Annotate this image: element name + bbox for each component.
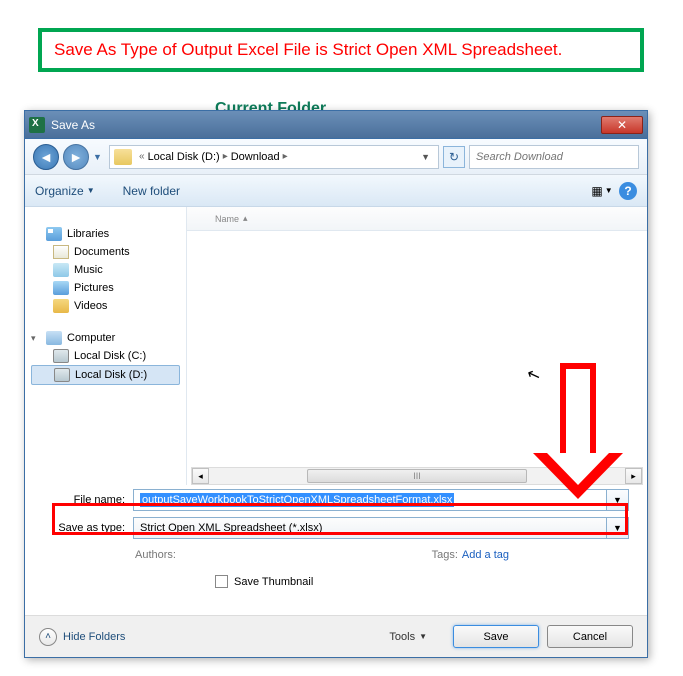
horizontal-scrollbar[interactable]: ◂ III ▸ [191, 467, 643, 485]
folder-icon [114, 149, 132, 165]
add-tag-link[interactable]: Add a tag [462, 549, 509, 561]
annotation-callout: Save As Type of Output Excel File is Str… [38, 28, 644, 72]
file-list-pane[interactable]: Name▴ ↖ ◂ III ▸ [187, 207, 647, 485]
nav-pictures[interactable]: Pictures [31, 279, 180, 297]
search-input[interactable] [469, 145, 639, 169]
forward-button[interactable]: ► [63, 144, 89, 170]
chevron-right-icon: ▸ [283, 151, 288, 162]
mouse-cursor-icon: ↖ [524, 363, 543, 386]
savetype-row: Save as type: Strict Open XML Spreadshee… [43, 517, 629, 539]
save-button[interactable]: Save [453, 625, 539, 648]
savetype-dropdown[interactable]: ▼ [607, 517, 629, 539]
breadcrumb-dropdown[interactable]: ▼ [417, 152, 434, 162]
column-header-name[interactable]: Name▴ [187, 207, 647, 231]
libraries-icon [46, 227, 62, 241]
tools-button[interactable]: Tools▼ [389, 631, 427, 643]
chevron-down-icon: ▼ [419, 632, 427, 641]
address-bar: ◄ ► ▼ « Local Disk (D:) ▸ Download ▸ ▼ ↻ [25, 139, 647, 175]
chevron-down-icon: ▾ [31, 333, 41, 344]
savetype-value: Strict Open XML Spreadsheet (*.xlsx) [140, 522, 322, 534]
tags-label: Tags: [432, 549, 458, 561]
chevron-up-icon: ˄ [39, 628, 57, 646]
nav-documents[interactable]: Documents [31, 243, 180, 261]
breadcrumb-arrow: « [139, 151, 145, 162]
scroll-right-button[interactable]: ▸ [625, 468, 642, 484]
view-options-button[interactable]: ▦▼ [593, 182, 611, 200]
nav-computer[interactable]: ▾ Computer [31, 329, 180, 347]
computer-icon [46, 331, 62, 345]
filename-value: outputSaveWorkbookToStrictOpenXMLSpreads… [140, 493, 454, 507]
nav-music[interactable]: Music [31, 261, 180, 279]
savetype-select[interactable]: Strict Open XML Spreadsheet (*.xlsx) [133, 517, 607, 539]
filename-label: File name: [43, 494, 133, 506]
drive-icon [54, 368, 70, 382]
chevron-right-icon: ▸ [223, 151, 228, 162]
save-thumbnail-checkbox[interactable] [215, 575, 228, 588]
nav-history-dropdown[interactable]: ▼ [93, 146, 105, 168]
help-button[interactable]: ? [619, 182, 637, 200]
navigation-pane: Libraries Documents Music Pictures Video… [25, 207, 187, 485]
titlebar: Save As ✕ [25, 111, 647, 139]
filename-input[interactable]: outputSaveWorkbookToStrictOpenXMLSpreads… [133, 489, 607, 511]
save-thumbnail-label: Save Thumbnail [234, 576, 313, 588]
save-as-dialog: Save As ✕ ◄ ► ▼ « Local Disk (D:) ▸ Down… [24, 110, 648, 658]
music-icon [53, 263, 69, 277]
scroll-left-button[interactable]: ◂ [192, 468, 209, 484]
filename-dropdown[interactable]: ▼ [607, 489, 629, 511]
back-button[interactable]: ◄ [33, 144, 59, 170]
excel-icon [29, 117, 45, 133]
drive-icon [53, 349, 69, 363]
close-button[interactable]: ✕ [601, 116, 643, 134]
videos-icon [53, 299, 69, 313]
pictures-icon [53, 281, 69, 295]
savetype-label: Save as type: [43, 522, 133, 534]
breadcrumb-item[interactable]: Download [231, 151, 280, 163]
organize-button[interactable]: Organize▼ [35, 184, 95, 198]
save-thumbnail-row: Save Thumbnail [25, 561, 647, 588]
filename-row: File name: outputSaveWorkbookToStrictOpe… [43, 489, 629, 511]
refresh-button[interactable]: ↻ [443, 146, 465, 168]
nav-libraries[interactable]: Libraries [31, 225, 180, 243]
dialog-title: Save As [51, 118, 601, 132]
breadcrumb[interactable]: « Local Disk (D:) ▸ Download ▸ ▼ [109, 145, 439, 169]
sort-indicator: ▴ [243, 213, 248, 224]
nav-drive-d[interactable]: Local Disk (D:) [31, 365, 180, 385]
nav-videos[interactable]: Videos [31, 297, 180, 315]
chevron-down-icon: ▼ [87, 186, 95, 195]
documents-icon [53, 245, 69, 259]
breadcrumb-item[interactable]: Local Disk (D:) [148, 151, 220, 163]
dialog-body: Libraries Documents Music Pictures Video… [25, 207, 647, 485]
nav-drive-c[interactable]: Local Disk (C:) [31, 347, 180, 365]
toolbar: Organize▼ New folder ▦▼ ? [25, 175, 647, 207]
hide-folders-button[interactable]: ˄ Hide Folders [39, 628, 125, 646]
scroll-thumb[interactable]: III [307, 469, 527, 483]
annotation-text: Save As Type of Output Excel File is Str… [54, 40, 628, 60]
form-area: File name: outputSaveWorkbookToStrictOpe… [25, 485, 647, 539]
cancel-button[interactable]: Cancel [547, 625, 633, 648]
authors-label: Authors: [135, 549, 176, 561]
dialog-footer: ˄ Hide Folders Tools▼ Save Cancel [25, 615, 647, 657]
new-folder-button[interactable]: New folder [123, 184, 180, 198]
metadata-row: Authors: Tags: Add a tag [25, 545, 647, 561]
